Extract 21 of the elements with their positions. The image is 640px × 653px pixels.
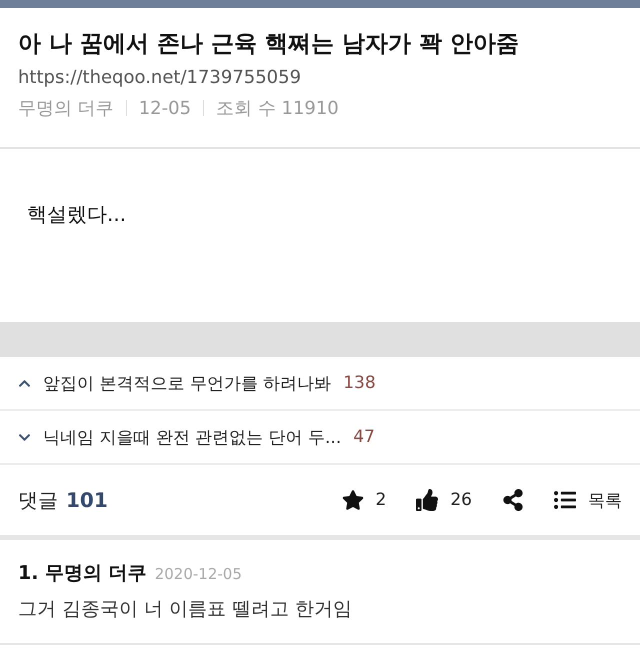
thumbs-up-icon xyxy=(416,489,438,511)
post-body: 핵설렜다... xyxy=(27,202,126,226)
like-button[interactable]: 26 xyxy=(416,489,472,511)
adjacent-post-link[interactable]: 앞집이 본격적으로 무언가를 하려나봐 138 xyxy=(0,357,640,411)
adjacent-post-link[interactable]: 닉네임 지을때 완전 관련없는 단어 두... 47 xyxy=(0,411,640,465)
comment-author: 1. 무명의 더쿠 xyxy=(18,561,147,586)
author-name: 무명의 더쿠 xyxy=(18,97,114,120)
comments-label: 댓글 xyxy=(18,486,58,514)
comment-date: 2020-12-05 xyxy=(154,565,242,583)
view-count: 조회 수 11910 xyxy=(216,97,339,120)
post-title: 아 나 꿈에서 존나 근육 핵쪄는 남자가 꽉 안아줌 xyxy=(18,30,520,59)
list-button[interactable]: 목록 xyxy=(554,488,622,512)
favorite-button[interactable]: 2 xyxy=(342,489,386,511)
comment-text: 그거 김종국이 너 이름표 뗄려고 한거임 xyxy=(18,597,354,622)
share-button[interactable] xyxy=(502,489,524,511)
comment-count: 101 xyxy=(66,488,108,512)
post-date: 12-05 xyxy=(138,98,192,118)
list-icon xyxy=(554,489,576,511)
post-url: https://theqoo.net/1739755059 xyxy=(18,67,302,88)
share-icon xyxy=(502,489,524,511)
star-icon xyxy=(342,489,364,511)
